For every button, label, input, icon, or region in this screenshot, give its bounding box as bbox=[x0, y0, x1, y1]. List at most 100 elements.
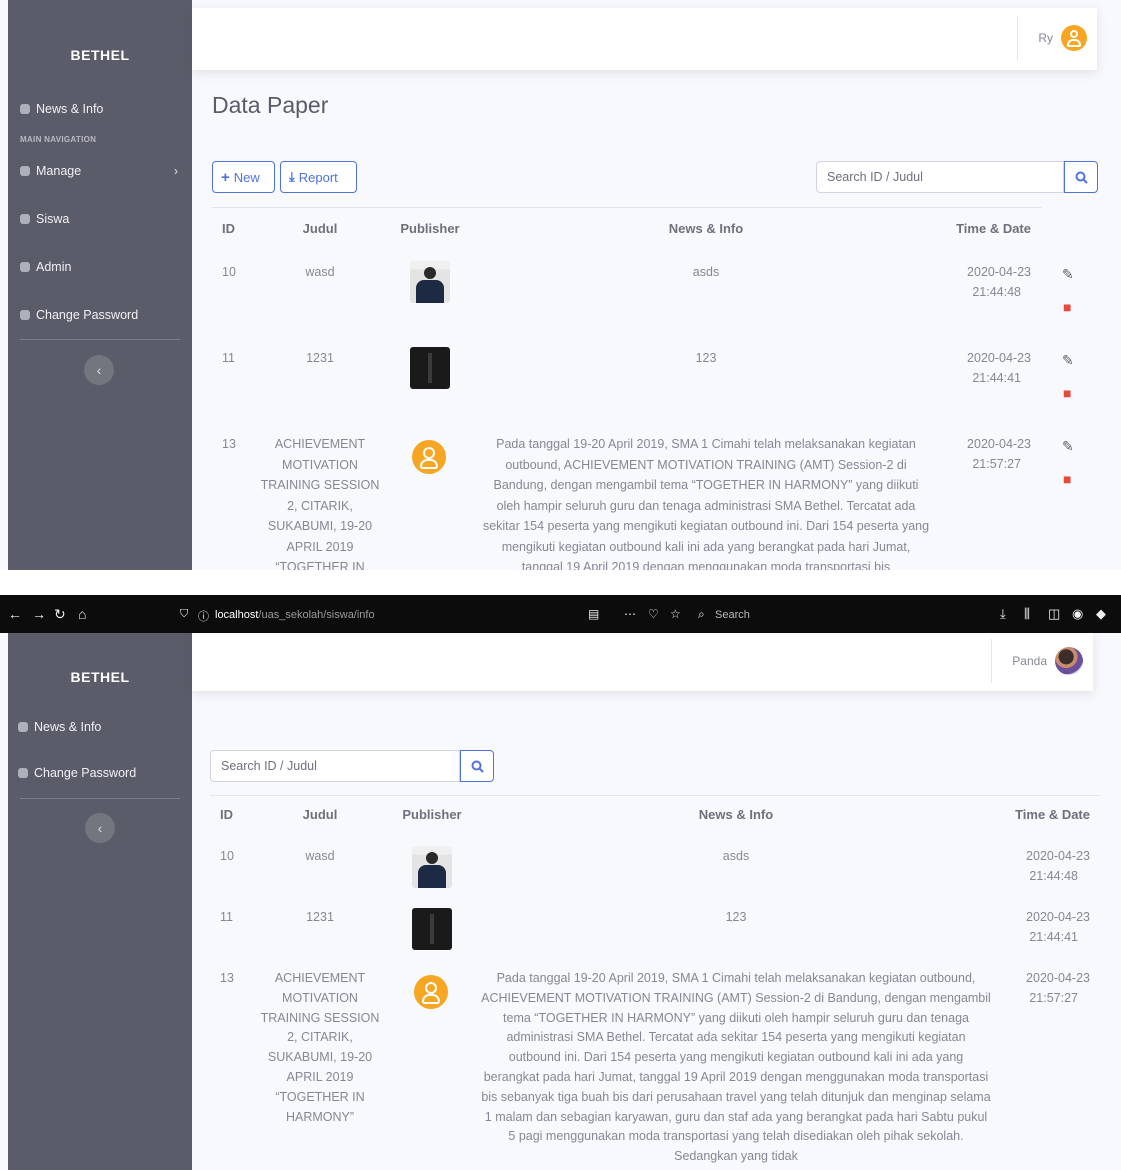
publisher-photo bbox=[410, 261, 450, 303]
sidebar-heading: MAIN NAVIGATION bbox=[20, 135, 97, 144]
sidebar-toggle-button[interactable]: ‹ bbox=[84, 355, 114, 385]
avatar bbox=[1061, 25, 1087, 51]
user-menu[interactable]: Ry bbox=[1017, 16, 1097, 60]
sidebar-toggle-button[interactable]: ‹ bbox=[85, 813, 115, 843]
page-title: Data Paper bbox=[212, 92, 329, 118]
users-icon bbox=[20, 214, 30, 224]
chevron-right-icon: › bbox=[174, 164, 178, 178]
cell-judul: ACHIEVEMENT MOTIVATION TRAINING SESSION … bbox=[260, 971, 380, 1124]
brand-logo[interactable]: BETHEL bbox=[8, 47, 192, 63]
cell-date: 2020-04-23 bbox=[967, 351, 1031, 365]
sidebar-item-change-password[interactable]: Change Password bbox=[20, 308, 138, 322]
cell-news: 123 bbox=[695, 351, 717, 365]
tachometer-icon bbox=[20, 104, 30, 114]
users-icon bbox=[20, 262, 30, 272]
separator bbox=[0, 570, 1121, 595]
back-icon[interactable]: ← bbox=[8, 606, 22, 622]
trash-icon[interactable]: ■ bbox=[1063, 299, 1071, 315]
sidebar-item-admin[interactable]: Admin bbox=[20, 260, 71, 274]
sidebar-item-news-info[interactable]: News & Info bbox=[20, 102, 103, 116]
url-host: localhost bbox=[215, 609, 259, 621]
column-header-time-date: Time & Date bbox=[1015, 807, 1090, 822]
column-header-news-info: News & Info bbox=[668, 221, 744, 236]
column-header-publisher: Publisher bbox=[402, 807, 462, 822]
cell-id: 11 bbox=[220, 910, 233, 924]
url-path: /uas_sekolah/siswa/info bbox=[258, 609, 375, 621]
edit-icon[interactable]: ✎ bbox=[1062, 352, 1074, 369]
download-icon: ⤓ bbox=[289, 169, 295, 184]
cell-id: 10 bbox=[222, 265, 236, 279]
cell-id: 13 bbox=[220, 971, 234, 985]
search-placeholder: Search ID / Judul bbox=[827, 170, 923, 184]
cell-news: Pada tanggal 19-20 April 2019, SMA 1 Cim… bbox=[482, 437, 930, 570]
search-input[interactable]: Search ID / Judul bbox=[210, 750, 460, 782]
sidebar-item-news-info[interactable]: News & Info bbox=[18, 720, 101, 734]
column-header-id: ID bbox=[220, 807, 233, 822]
sidebar: BETHEL News & Info Change Password ‹ bbox=[8, 633, 192, 1170]
edit-icon[interactable]: ✎ bbox=[1062, 266, 1074, 283]
sidebar-item-manage[interactable]: Manage bbox=[20, 164, 180, 178]
reader-icon[interactable]: ▤ bbox=[588, 607, 599, 621]
cell-judul: 1231 bbox=[306, 910, 334, 924]
sidebar-item-label: Change Password bbox=[36, 308, 139, 322]
topbar: Panda bbox=[192, 633, 1093, 691]
cell-judul: 1231 bbox=[306, 351, 334, 365]
publisher-photo bbox=[412, 846, 452, 888]
publisher-avatar bbox=[412, 440, 446, 474]
sidebar-item-change-password[interactable]: Change Password bbox=[18, 766, 136, 780]
sidebar-item-siswa[interactable]: Siswa bbox=[20, 212, 69, 226]
new-button[interactable]: + New bbox=[212, 161, 275, 193]
cell-judul: ACHIEVEMENT MOTIVATION TRAINING SESSION … bbox=[260, 437, 380, 570]
report-button[interactable]: ⤓ Report bbox=[280, 161, 357, 193]
more-icon[interactable]: ⋯ bbox=[624, 607, 636, 621]
sidebar-item-label: Manage bbox=[36, 164, 82, 178]
pocket-icon[interactable]: ♡ bbox=[648, 607, 659, 621]
topbar: Ry bbox=[192, 8, 1097, 70]
table-top-border bbox=[210, 795, 1100, 796]
admin-screenshot: BETHEL News & Info MAIN NAVIGATION Manag… bbox=[0, 0, 1121, 570]
cell-time: 21:57:27 bbox=[972, 457, 1021, 471]
search-input[interactable]: Search ID / Judul bbox=[816, 161, 1064, 193]
library-icon[interactable]: ⫼ bbox=[1024, 606, 1030, 622]
trash-icon[interactable]: ■ bbox=[1063, 471, 1071, 487]
edit-icon[interactable]: ✎ bbox=[1062, 438, 1074, 455]
search-button[interactable] bbox=[1064, 161, 1098, 193]
column-header-judul: Judul bbox=[302, 221, 338, 236]
browser-search-box[interactable]: Search bbox=[715, 609, 750, 621]
forward-icon[interactable]: → bbox=[32, 606, 46, 622]
cell-id: 13 bbox=[222, 437, 236, 451]
pen-icon bbox=[18, 768, 28, 778]
cell-news: Pada tanggal 19-20 April 2019, SMA 1 Cim… bbox=[481, 971, 991, 1164]
cell-time: 21:44:41 bbox=[972, 371, 1021, 385]
trash-icon[interactable]: ■ bbox=[1063, 385, 1071, 401]
avatar bbox=[1055, 647, 1083, 675]
download-icon[interactable]: ⤓ bbox=[1000, 606, 1006, 622]
column-header-news-info: News & Info bbox=[698, 807, 774, 822]
cog-icon bbox=[20, 166, 30, 176]
column-header-judul: Judul bbox=[302, 807, 338, 822]
sidebar-icon[interactable]: ◫ bbox=[1048, 606, 1060, 622]
info-icon: ⓘ bbox=[198, 611, 209, 623]
search-icon bbox=[1075, 171, 1088, 184]
address-bar[interactable]: localhost/uas_sekolah/siswa/info bbox=[215, 609, 375, 621]
home-icon[interactable]: ⌂ bbox=[78, 606, 86, 622]
bookmark-icon[interactable]: ☆ bbox=[670, 607, 681, 621]
search-button[interactable] bbox=[460, 750, 494, 782]
siswa-screenshot: ← → ↻ ⌂ ⛉ ⓘ localhost/uas_sekolah/siswa/… bbox=[0, 595, 1121, 1170]
column-header-id: ID bbox=[222, 221, 235, 236]
brand-logo[interactable]: BETHEL bbox=[8, 669, 192, 685]
sidebar-divider bbox=[20, 798, 180, 799]
search-placeholder: Search ID / Judul bbox=[221, 759, 317, 773]
cell-id: 11 bbox=[222, 351, 235, 365]
cell-news: asds bbox=[722, 849, 750, 863]
sidebar: BETHEL News & Info MAIN NAVIGATION Manag… bbox=[8, 0, 192, 570]
user-menu[interactable]: Panda bbox=[991, 639, 1093, 683]
sidebar-item-label: News & Info bbox=[34, 720, 102, 734]
pen-icon bbox=[20, 310, 30, 320]
extension-icon[interactable]: ◆ bbox=[1096, 606, 1106, 622]
reload-icon[interactable]: ↻ bbox=[54, 606, 66, 623]
account-icon[interactable]: ◉ bbox=[1072, 606, 1083, 622]
shield-icon: ⛉ bbox=[180, 608, 189, 620]
user-name: Ry bbox=[1038, 31, 1053, 45]
cell-news: asds bbox=[692, 265, 720, 279]
